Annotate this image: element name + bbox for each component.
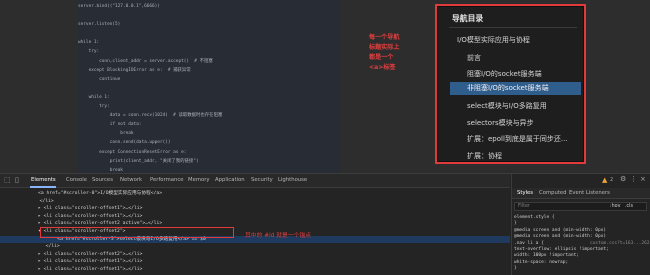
annotation-line: 标题实际上 — [369, 44, 400, 51]
device-toggle-icon[interactable]: ▯ — [15, 177, 19, 184]
tab-lighthouse[interactable]: Lighthouse — [278, 177, 307, 183]
code-line: except BlockingIOError as e: # 捕获异常 — [78, 67, 191, 73]
style-rule-line: .nav li a { — [514, 240, 544, 246]
code-line: server.listen(5) — [78, 22, 121, 28]
web-page-area: server.bind(("127.0.0.1",6666)) server.li… — [0, 0, 650, 173]
nav-item[interactable]: I/O模型实际应用与协程 — [457, 35, 530, 45]
code-line: try: — [78, 49, 100, 55]
tab-elements[interactable]: Elements — [31, 177, 56, 183]
nav-item[interactable]: 阻塞I/O的socket服务端 — [467, 69, 542, 79]
devtools-tabbar: ⬚ ▯ Elements Console Sources Network Per… — [0, 174, 510, 188]
dom-node-row[interactable]: </li> — [0, 243, 510, 251]
annotation-line: <a>标签 — [369, 64, 396, 71]
code-line: continue — [78, 76, 121, 82]
warning-count: 2 — [610, 177, 614, 183]
tab-network[interactable]: Network — [120, 177, 142, 183]
style-rule-line: element.style { — [514, 215, 555, 220]
inspect-icon[interactable]: ⬚ — [4, 177, 11, 184]
gear-icon[interactable]: ⚙ — [620, 176, 626, 183]
tab-computed[interactable]: Computed — [539, 190, 567, 196]
code-block: server.bind(("127.0.0.1",6666)) server.li… — [78, 0, 340, 173]
code-line: conn,client_addr = server.accept() # 不阻塞 — [78, 58, 213, 64]
tab-memory[interactable]: Memory — [188, 177, 210, 183]
dom-node-row[interactable]: ▸ <li class="scroller-offset1">…</li> — [0, 205, 510, 213]
nav-item[interactable]: 扩展：协程 — [467, 151, 502, 161]
page: server.bind(("127.0.0.1",6666)) server.li… — [0, 0, 650, 275]
nav-item[interactable]: selectors模块与异步 — [467, 118, 534, 128]
style-rule-line[interactable]: width: 100px !important; — [514, 253, 579, 258]
tab-application[interactable]: Application — [215, 177, 245, 183]
hov-toggle[interactable]: :hov — [610, 204, 620, 209]
nav-item-label: 非阻塞I/O的socket服务端 — [467, 84, 549, 92]
styles-tabbar: Styles Computed Event Listeners — [512, 188, 650, 199]
dom-node-row[interactable]: </li> — [0, 198, 510, 206]
code-line: conn.send(data.upper()) — [78, 140, 171, 146]
code-line: print(client_addr, "关闭了我的链接") — [78, 158, 199, 164]
styles-filter-input[interactable]: Filter :hov .cls — [514, 202, 647, 211]
style-source-link[interactable]: custom.css?t=163...2628 — [590, 241, 650, 246]
dom-node-row[interactable]: ▸ <li class="scroller-offset2">…</li> — [0, 251, 510, 259]
code-line: data = conn.recv(1024) # 读取数据时也存在阻塞 — [78, 113, 223, 119]
nav-item-active[interactable]: 非阻塞I/O的socket服务端 — [450, 82, 581, 95]
code-line: break — [78, 167, 123, 173]
nav-item[interactable]: 前言 — [467, 53, 481, 63]
tab-event-listeners[interactable]: Event Listeners — [569, 190, 610, 196]
tab-sources[interactable]: Sources — [92, 177, 113, 183]
highlight-note: 其中的 #id 就是一个锚点 — [245, 233, 312, 239]
tab-security[interactable]: Security — [251, 177, 273, 183]
active-tab-indicator — [30, 186, 56, 188]
code-line: while 1: — [78, 94, 110, 100]
nav-title: 导航目录 — [452, 14, 484, 23]
dom-node-row[interactable]: <a href="#scroller-0">I/O模型实际应用与协程</a> — [0, 190, 510, 198]
tab-styles[interactable]: Styles — [517, 190, 533, 196]
close-icon[interactable]: × — [640, 176, 646, 183]
style-rule-line: } — [514, 221, 517, 227]
styles-pane: ▲ 2 ⚙ ⋮ × Styles Computed Event Listener… — [511, 174, 650, 275]
annotation-line: 每一个导航 — [369, 34, 400, 41]
code-line: break — [78, 131, 134, 137]
code-line: while 1: — [78, 40, 100, 46]
tab-performance[interactable]: Performance — [150, 177, 184, 183]
dom-node-row[interactable]: ▸ <li class="scroller-offset1">…</li> — [0, 213, 510, 221]
highlight-box — [40, 227, 234, 238]
more-icon[interactable]: ⋮ — [630, 176, 637, 183]
annotation-line: 都是一个 — [369, 54, 394, 61]
code-line: if not data: — [78, 122, 142, 128]
annotation-text: 每一个导航 标题实际上 都是一个 <a>标签 — [369, 33, 429, 73]
devtools-panel: ⬚ ▯ Elements Console Sources Network Per… — [0, 173, 650, 275]
style-rule-line: @media screen and (min-width: 0px) — [514, 234, 607, 240]
cls-toggle[interactable]: .cls — [625, 204, 633, 209]
nav-item[interactable]: 扩展：epoll到底是属于同步还... — [467, 134, 568, 144]
code-line: except ConnectionResetError as e: — [78, 149, 187, 155]
filter-placeholder: Filter — [518, 204, 530, 209]
style-rule-line[interactable]: text-overflow: ellipsis !important; — [514, 247, 609, 252]
nav-directory-panel: 导航目录 I/O模型实际应用与协程 前言 阻塞I/O的socket服务端 非阻塞… — [435, 4, 586, 164]
style-rule-line[interactable]: white-space: nowrap; — [514, 260, 568, 265]
dom-node-row[interactable]: ▸ <li class="scroller-offset1">…</li> — [0, 258, 510, 266]
nav-item[interactable]: select模块与I/O多路复用 — [467, 101, 547, 111]
style-rule-line: } — [514, 266, 517, 272]
code-line: server.bind(("127.0.0.1",6666)) — [78, 4, 160, 9]
tab-console[interactable]: Console — [66, 177, 87, 183]
style-rule-line: @media screen and (min-width: 0px) — [514, 227, 607, 233]
divider — [449, 27, 577, 28]
code-line: try: — [78, 104, 110, 110]
dom-node-row[interactable]: ▸ <li class="scroller-offset1">…</li> — [0, 266, 510, 274]
warning-icon[interactable]: ▲ — [602, 177, 607, 184]
